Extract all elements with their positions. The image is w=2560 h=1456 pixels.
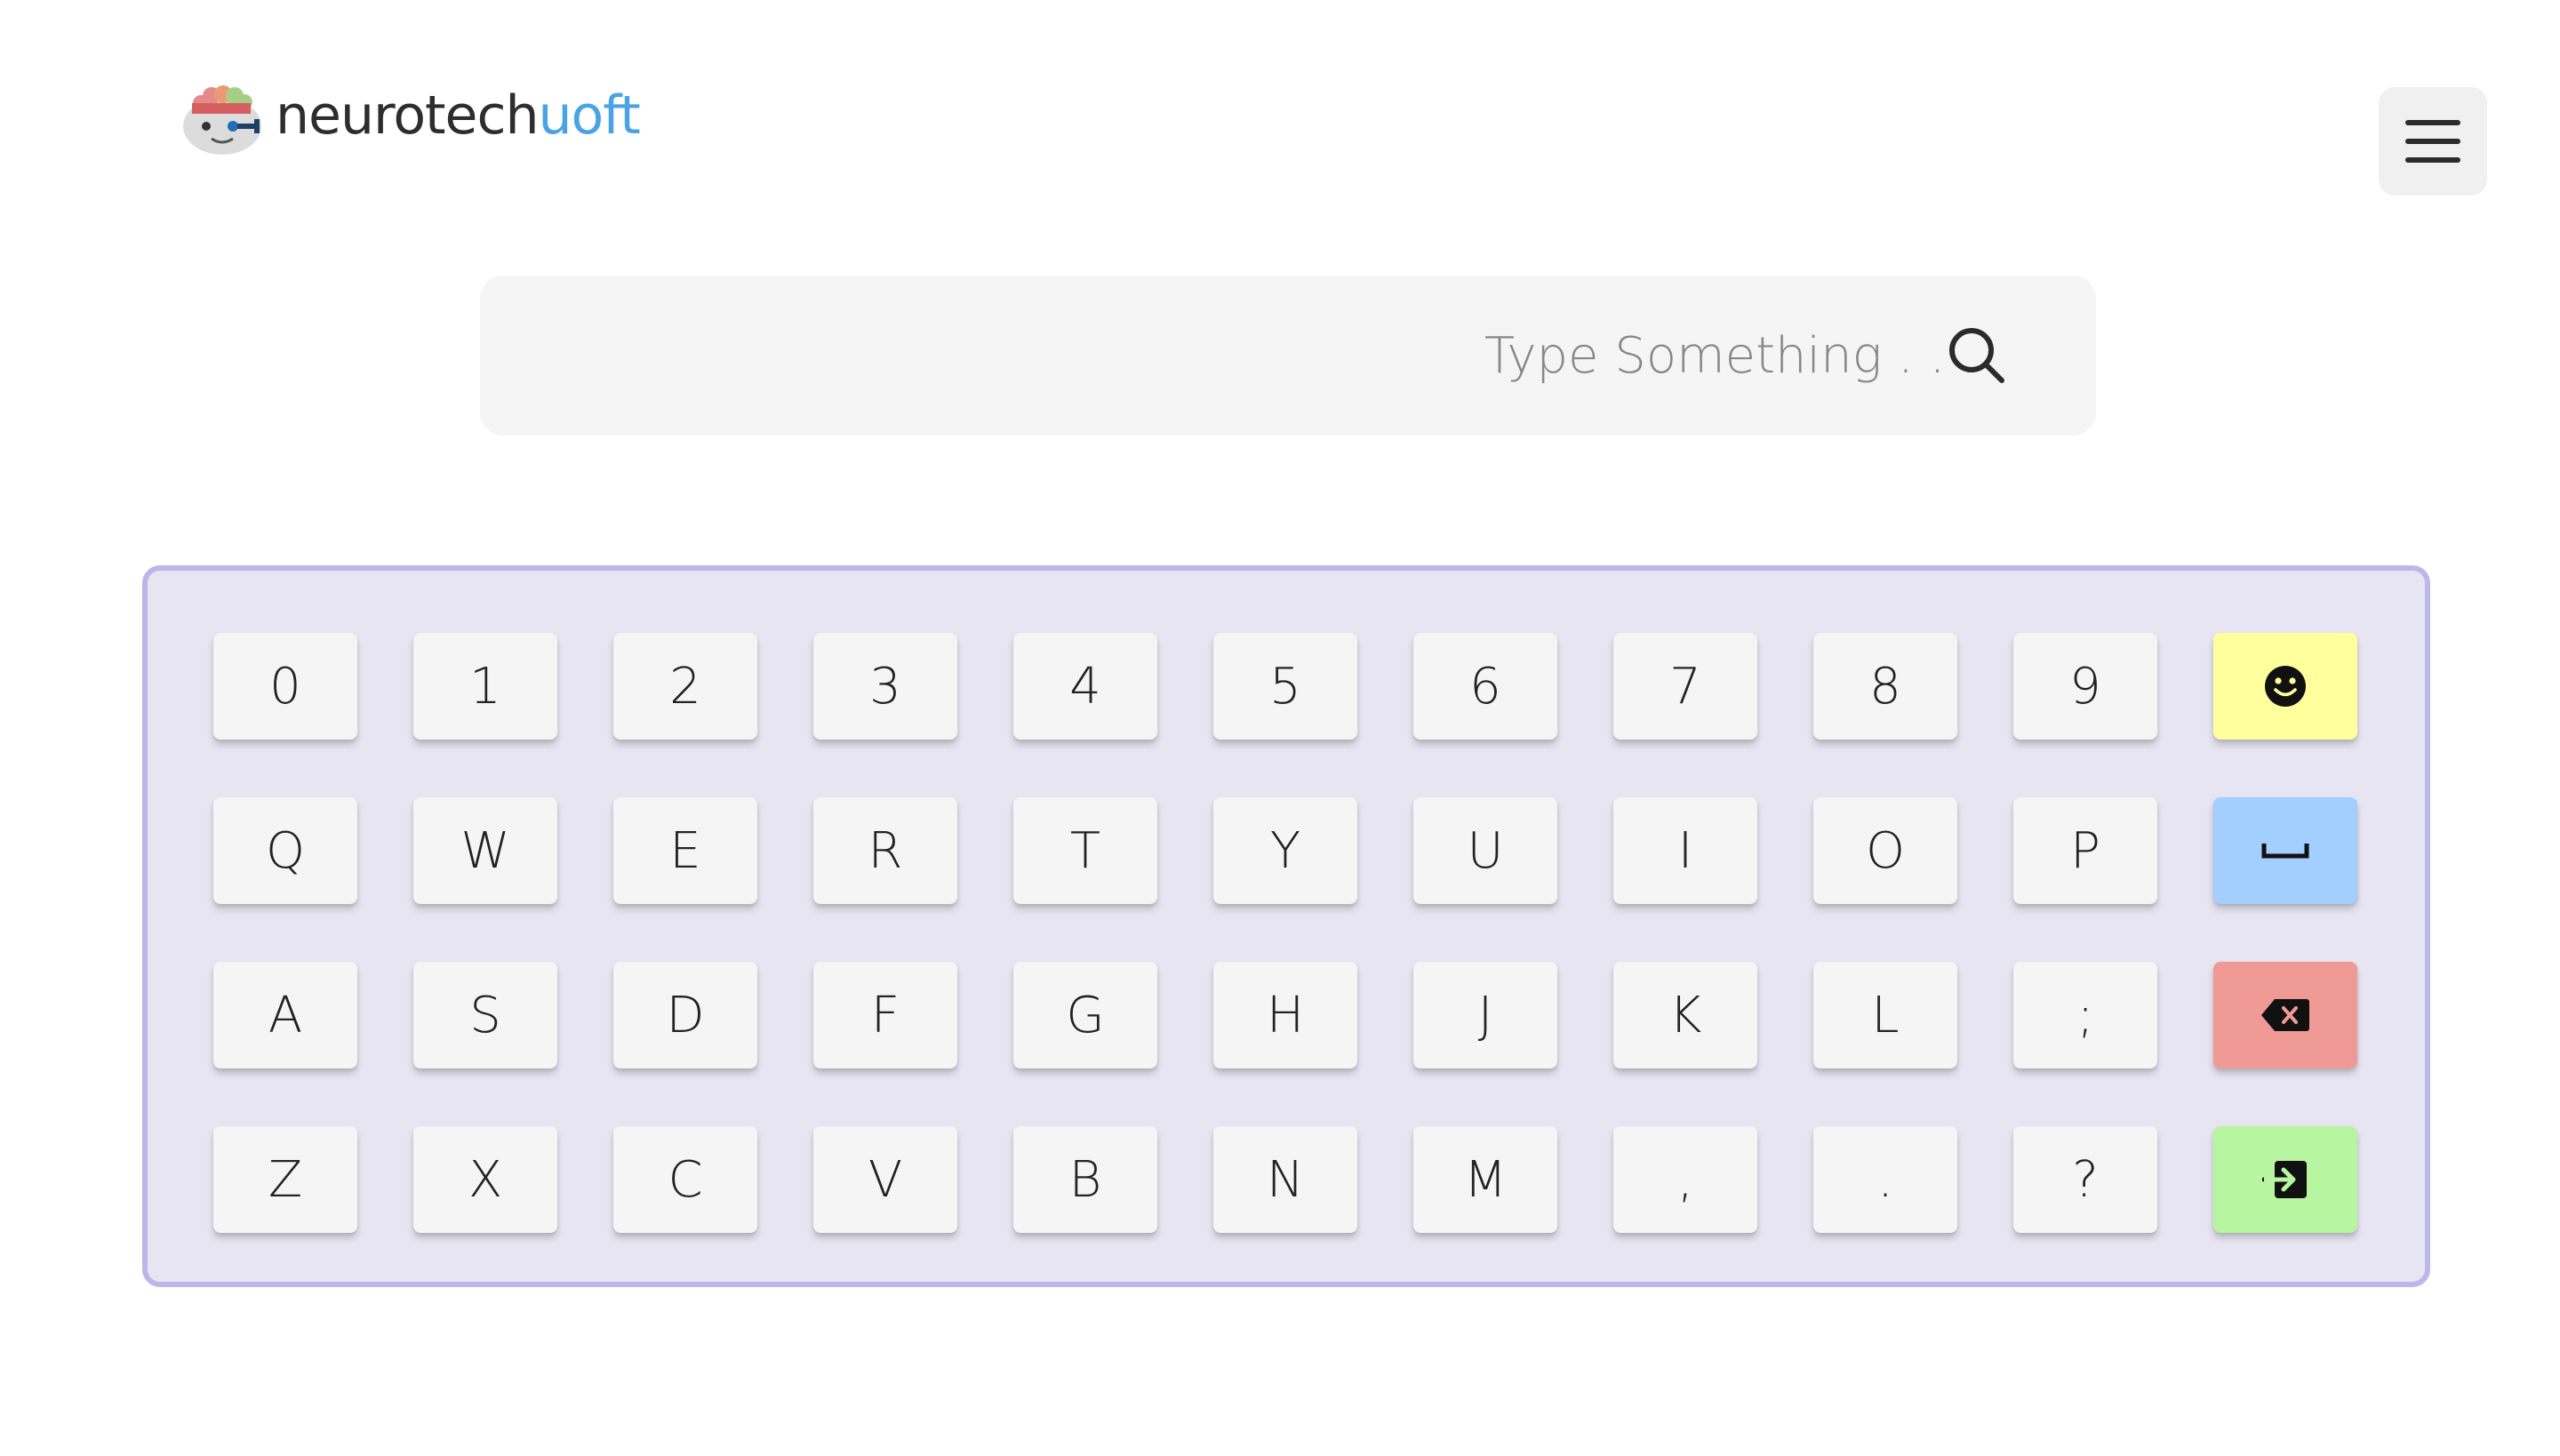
key-q[interactable]: Q	[213, 797, 357, 904]
space-bar-icon	[2261, 844, 2309, 859]
smile-icon	[2265, 666, 2306, 707]
key-5[interactable]: 5	[1213, 633, 1357, 740]
key-3[interactable]: 3	[813, 633, 957, 740]
key-d[interactable]: D	[613, 962, 757, 1068]
search-bar	[480, 276, 2096, 436]
key-o[interactable]: O	[1813, 797, 1957, 904]
key-u[interactable]: U	[1413, 797, 1557, 904]
key-4[interactable]: 4	[1013, 633, 1157, 740]
key-1[interactable]: 1	[413, 633, 557, 740]
key-e[interactable]: E	[613, 797, 757, 904]
key-h[interactable]: H	[1213, 962, 1357, 1068]
key-s[interactable]: S	[413, 962, 557, 1068]
key-period[interactable]: .	[1813, 1126, 1957, 1233]
brand-logo[interactable]: neurotechuoft	[181, 75, 641, 156]
key-r[interactable]: R	[813, 797, 957, 904]
key-2[interactable]: 2	[613, 633, 757, 740]
key-0[interactable]: 0	[213, 633, 357, 740]
key-l[interactable]: L	[1813, 962, 1957, 1068]
key-z[interactable]: Z	[213, 1126, 357, 1233]
backspace-icon	[2261, 999, 2309, 1031]
key-x[interactable]: X	[413, 1126, 557, 1233]
brand-name: neurotechuoft	[276, 89, 641, 142]
hamburger-menu-icon	[2405, 120, 2460, 163]
brain-mascot-icon	[183, 85, 261, 155]
key-g[interactable]: G	[1013, 962, 1157, 1068]
key-question-mark[interactable]: ?	[2013, 1126, 2157, 1233]
key-v[interactable]: V	[813, 1126, 957, 1233]
key-a[interactable]: A	[213, 962, 357, 1068]
key-p[interactable]: P	[2013, 797, 2157, 904]
key-6[interactable]: 6	[1413, 633, 1557, 740]
search-icon[interactable]	[1943, 322, 2011, 389]
emoji-key[interactable]	[2213, 633, 2357, 740]
enter-icon	[2262, 1161, 2307, 1198]
key-k[interactable]: K	[1613, 962, 1757, 1068]
key-c[interactable]: C	[613, 1126, 757, 1233]
space-key[interactable]	[2213, 797, 2357, 904]
key-f[interactable]: F	[813, 962, 957, 1068]
backspace-key[interactable]	[2213, 962, 2357, 1068]
key-7[interactable]: 7	[1613, 633, 1757, 740]
key-9[interactable]: 9	[2013, 633, 2157, 740]
key-n[interactable]: N	[1213, 1126, 1357, 1233]
key-i[interactable]: I	[1613, 797, 1757, 904]
key-b[interactable]: B	[1013, 1126, 1157, 1233]
key-y[interactable]: Y	[1213, 797, 1357, 904]
key-m[interactable]: M	[1413, 1126, 1557, 1233]
search-input[interactable]	[507, 293, 1977, 418]
key-t[interactable]: T	[1013, 797, 1157, 904]
virtual-keyboard: 0 1 2 3 4 5 6 7 8 9 Q W E R T Y U I O P A S D F G H J K L; Z X C V B N M,.?	[142, 565, 2430, 1287]
brand-name-accent: uoft	[538, 84, 640, 147]
key-w[interactable]: W	[413, 797, 557, 904]
brand-name-primary: neurotech	[276, 84, 539, 147]
key-semicolon[interactable]: ;	[2013, 962, 2157, 1068]
key-comma[interactable]: ,	[1613, 1126, 1757, 1233]
enter-key[interactable]	[2213, 1126, 2357, 1233]
key-j[interactable]: J	[1413, 962, 1557, 1068]
menu-button[interactable]	[2379, 87, 2487, 196]
key-8[interactable]: 8	[1813, 633, 1957, 740]
